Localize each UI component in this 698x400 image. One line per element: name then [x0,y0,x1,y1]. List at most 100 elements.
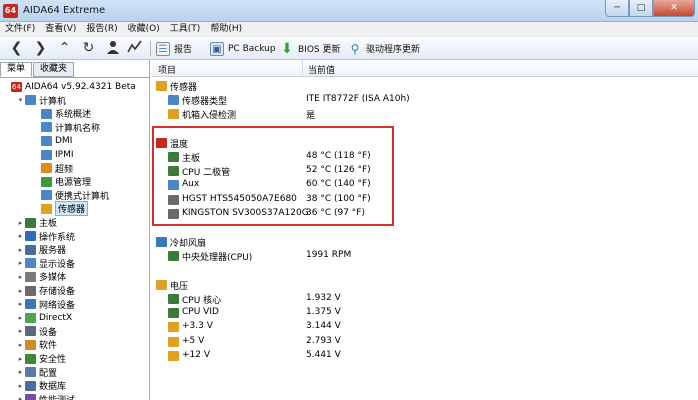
tree-item[interactable]: IPMI [32,148,74,161]
download-arrow-icon: ⬇ [281,40,293,57]
table-row[interactable]: CPU 核心 1.932 V [152,292,698,306]
bios-update-button[interactable]: ⬇ BIOS 更新 [280,40,340,57]
table-row[interactable]: +5 V 2.793 V [152,335,698,349]
column-value[interactable]: 当前值 [308,63,335,76]
tree-item[interactable]: ▸ 网络设备 [16,298,75,311]
tree-item[interactable]: ▸ 数据库 [16,379,66,392]
driver-update-label: 驱动程序更新 [366,45,421,55]
row-value: ITE IT8772F (ISA A10h) [306,94,410,105]
tree-item[interactable]: DMI [32,134,72,147]
tree-item[interactable]: ▸ 配置 [16,366,57,379]
temperature-highlight-box [152,126,394,226]
tree-item[interactable]: ▸ DirectX [16,311,72,324]
menu-tools[interactable]: 工具(T) [165,22,206,37]
section-header-row[interactable]: 电压 [152,278,698,292]
table-row[interactable]: CPU VID 1.375 V [152,306,698,320]
close-button[interactable]: ✕ [653,0,695,17]
tree-item[interactable]: 64 AIDA64 v5.92.4321 Beta [2,80,136,93]
expand-icon[interactable]: ▸ [16,287,25,295]
expand-icon[interactable]: ▸ [16,382,25,390]
pc-backup-button[interactable]: ▣ PC Backup [210,40,276,57]
expand-icon[interactable]: ▸ [16,300,25,308]
table-row[interactable]: 机箱入侵检测 是 [152,107,698,121]
tree-item[interactable]: ▸ 软件 [16,338,57,351]
collapse-icon[interactable]: ▾ [16,96,25,104]
details-panel: 项目 当前值 传感器 传感器类型 ITE IT8772F (ISA A10h) 机箱入… [152,60,698,400]
user-icon[interactable] [104,40,121,57]
tree-item[interactable]: 超频 [32,162,73,175]
table-row[interactable]: +3.3 V 3.144 V [152,320,698,334]
tree-item-label: 数据库 [39,382,67,393]
forward-icon[interactable]: ❯ [32,40,49,57]
expand-icon[interactable]: ▸ [16,314,25,322]
table-row[interactable]: 中央处理器(CPU) 1991 RPM [152,249,698,263]
row-label: +12 V [182,349,211,360]
tree-item[interactable]: ▸ 安全性 [16,352,66,365]
tree-item-icon [41,122,52,133]
tree-item-label: 网络设备 [39,300,76,311]
row-label: 冷却风扇 [170,239,207,250]
toolbar: ❮ ❯ ⌃ ↻ ☰ 报告 ▣ PC Backup ⬇ BIOS 更新 ⚲ 驱动程… [0,37,698,60]
tree-item-label: 性能测试 [39,393,75,400]
back-icon[interactable]: ❮ [8,40,25,57]
tree-item[interactable]: ▸ 操作系统 [16,230,75,243]
menu-favorites[interactable]: 收藏(O) [123,22,165,37]
navigation-tree: 64 AIDA64 v5.92.4321 Beta ▾ 计算机 系统概述计算机名称 DMI… [0,77,150,400]
expand-icon[interactable]: ▸ [16,341,25,349]
maximize-button[interactable]: □ [629,0,653,17]
tree-item[interactable]: ▸ 设备 [16,325,57,338]
expand-icon[interactable]: ▸ [16,327,25,335]
row-value: 1.375 V [306,307,341,318]
tree-item[interactable]: 便携式计算机 [32,189,109,202]
tab-favorites[interactable]: 收藏夹 [33,62,75,77]
expand-icon[interactable]: ▸ [16,259,25,267]
up-icon[interactable]: ⌃ [56,40,73,57]
expand-icon[interactable]: ▸ [16,395,25,400]
tree-item-label: 设备 [39,327,58,338]
tree-item[interactable]: ▸ 显示设备 [16,257,75,270]
tree-item[interactable]: 计算机名称 [32,121,100,134]
chart-icon[interactable] [126,40,143,57]
tree-item-label: DMI [55,135,73,146]
tree-item[interactable]: ▸ 多媒体 [16,270,66,283]
expand-icon[interactable]: ▸ [16,246,25,254]
tree-item[interactable]: ▸ 主板 [16,216,57,229]
tree-item[interactable]: ▸ 服务器 [16,243,66,256]
tree-item[interactable]: ▸ 存储设备 [16,284,75,297]
tree-item[interactable]: ▸ 性能测试 [16,393,75,400]
tab-menu[interactable]: 菜单 [0,62,33,77]
tree-item-icon [25,353,36,364]
tree-item[interactable]: ▾ 计算机 [16,94,66,107]
menu-help[interactable]: 帮助(H) [205,22,247,37]
menu-view[interactable]: 查看(V) [40,22,81,37]
table-row[interactable]: +12 V 5.441 V [152,349,698,363]
tree-item[interactable]: 系统概述 [32,107,91,120]
menu-report[interactable]: 报告(R) [81,22,122,37]
tree-item[interactable]: 传感器 [32,201,89,217]
expand-icon[interactable]: ▸ [16,355,25,363]
tree-item[interactable]: 电源管理 [32,175,91,188]
row-icon [168,109,179,120]
column-divider[interactable] [302,60,303,77]
tree-item-label: 主板 [39,219,58,229]
toolbar-separator [150,41,151,56]
table-row[interactable]: 传感器类型 ITE IT8772F (ISA A10h) [152,93,698,107]
refresh-icon[interactable]: ↻ [80,40,97,57]
expand-icon[interactable]: ▸ [16,232,25,240]
row-icon [168,322,179,333]
expand-icon[interactable]: ▸ [16,219,25,227]
expand-icon[interactable]: ▸ [16,273,25,281]
minimize-button[interactable]: ─ [605,0,629,17]
driver-update-button[interactable]: ⚲ 驱动程序更新 [348,40,420,57]
column-item[interactable]: 项目 [158,63,176,76]
tree-item-label: 电源管理 [55,178,92,189]
expand-icon[interactable]: ▸ [16,368,25,376]
tree-item-label: 操作系统 [39,232,76,243]
row-value: 是 [306,111,316,122]
row-icon [156,237,167,248]
report-button[interactable]: ☰ 报告 [156,40,192,57]
section-header-row[interactable]: 冷却风扇 [152,235,698,249]
tree-item-label: 计算机名称 [55,123,101,134]
section-header-row[interactable]: 传感器 [152,79,698,93]
menu-file[interactable]: 文件(F) [0,22,40,37]
